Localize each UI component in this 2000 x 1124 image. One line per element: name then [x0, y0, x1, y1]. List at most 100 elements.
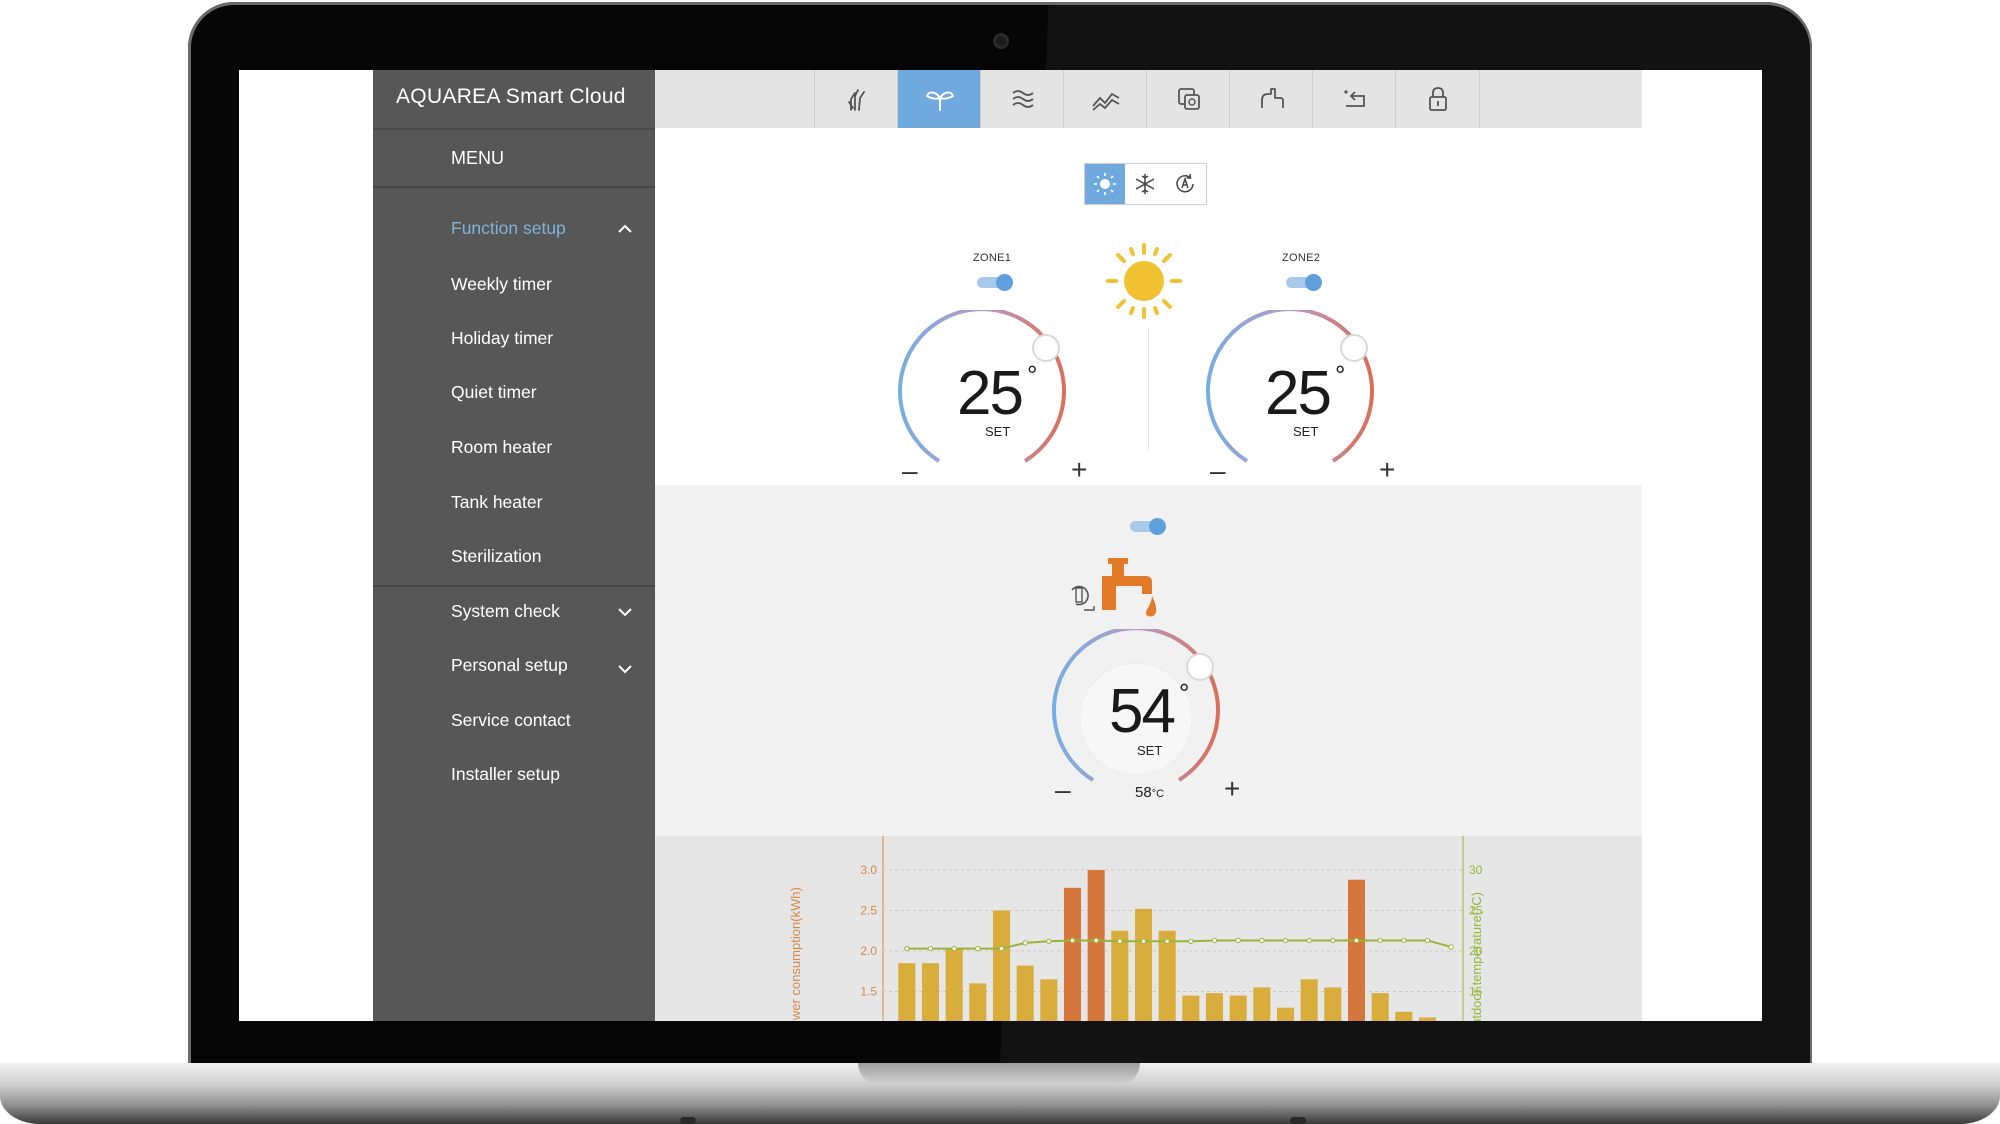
sidebar-item-function-setup[interactable]: Function setup [451, 218, 566, 239]
sidebar-item-holiday-timer[interactable]: Holiday timer [451, 328, 553, 349]
tab-trend[interactable] [1063, 70, 1147, 128]
temperature-point [1140, 938, 1147, 944]
sidebar-item-system-check[interactable]: System check [451, 601, 560, 622]
tab-sprout[interactable] [897, 70, 981, 128]
bar [992, 910, 1011, 1021]
sidebar-item-service-contact[interactable]: Service contact [451, 710, 571, 731]
temperature-point [975, 945, 981, 952]
bar [1158, 930, 1176, 1021]
y-tick-label: 3.0 [860, 863, 877, 877]
tab-lock[interactable] [1395, 70, 1480, 128]
temperature-point [1259, 937, 1265, 944]
zone2-minus-button[interactable]: – [1210, 457, 1226, 485]
zone2-set-temp: 25 [1265, 359, 1332, 428]
toggle-knob [1149, 518, 1166, 535]
bar [1111, 930, 1129, 1021]
menu-label[interactable]: MENU [451, 148, 504, 169]
chevron-down-icon[interactable] [616, 660, 634, 678]
bar [1134, 908, 1153, 1021]
device-icon [1177, 88, 1200, 110]
page-margin [1642, 70, 1762, 1021]
tank-panel: 54 ° SET – + 58°C [655, 485, 1642, 836]
bar [1324, 987, 1342, 1021]
top-nav [655, 70, 1642, 129]
tab-hand[interactable] [814, 70, 898, 128]
tab-hand-control[interactable] [1229, 70, 1313, 128]
y2-tick-label: 30 [1469, 863, 1483, 877]
zone1-set-label: SET [985, 424, 1011, 439]
bar [1276, 1007, 1295, 1021]
water-tap-icon [1071, 558, 1157, 617]
zone2-set-label: SET [1293, 424, 1319, 439]
bar [945, 949, 963, 1021]
tank-degree: ° [1179, 678, 1190, 708]
toggle-knob [1305, 274, 1322, 291]
sidebar-item-sterilization[interactable]: Sterilization [451, 546, 541, 567]
zone1-toggle[interactable] [977, 274, 1013, 291]
mode-auto-button[interactable] [1165, 164, 1205, 204]
temperature-point [998, 945, 1005, 952]
temperature-point [1424, 937, 1431, 944]
temperature-point [1022, 940, 1028, 946]
divider [1148, 328, 1149, 450]
sidebar-item-installer-setup[interactable]: Installer setup [451, 764, 560, 785]
y-tick-label: 2.5 [860, 904, 877, 918]
mode-heat-button[interactable] [1085, 164, 1125, 204]
chevron-down-icon[interactable] [616, 603, 634, 621]
zone2-plus-button[interactable]: + [1379, 456, 1395, 484]
energy-chart: Power consumption(kWh) Outdoor temperatu… [655, 836, 1642, 1021]
bar [1253, 987, 1271, 1021]
hand-control-icon [1260, 88, 1284, 108]
bar [1205, 993, 1224, 1021]
zone2-toggle[interactable] [1286, 274, 1322, 291]
zone2-degree: ° [1335, 360, 1346, 390]
temperature-point [1306, 937, 1312, 944]
divider [373, 186, 655, 188]
sidebar-item-tank-heater[interactable]: Tank heater [451, 492, 542, 513]
zone1-plus-button[interactable]: + [1071, 456, 1087, 484]
bar [1182, 995, 1200, 1021]
bar [921, 963, 940, 1021]
chevron-up-icon[interactable] [616, 220, 634, 238]
tank-plus-button[interactable]: + [1224, 775, 1240, 803]
tab-return[interactable] [1312, 70, 1396, 128]
tank-set-temp: 54 [1109, 677, 1176, 746]
sidebar-item-quiet-timer[interactable]: Quiet timer [451, 382, 537, 403]
sidebar-item-weekly-timer[interactable]: Weekly timer [451, 274, 552, 295]
toggle-knob [996, 274, 1013, 291]
bar [898, 963, 916, 1021]
temperature-point [1211, 937, 1218, 944]
temperature-point [1117, 938, 1123, 944]
bar [1418, 1017, 1437, 1021]
tab-waves[interactable] [980, 70, 1064, 128]
bar [1229, 995, 1247, 1021]
bar [1395, 1011, 1413, 1021]
laptop-foot [680, 1117, 696, 1124]
tab-device[interactable] [1146, 70, 1230, 128]
bar [1347, 879, 1366, 1021]
sidebar-item-room-heater[interactable]: Room heater [451, 437, 552, 458]
zone1-minus-button[interactable]: – [902, 457, 918, 485]
temperature-point [1069, 937, 1076, 944]
y2-tick-label: 15 [1469, 985, 1483, 999]
chart-ylabel: Power consumption(kWh) [788, 887, 803, 1021]
tank-toggle[interactable] [1130, 518, 1166, 535]
sidebar-item-personal-setup[interactable]: Personal setup [451, 655, 568, 676]
divider [373, 128, 655, 130]
laptop-notch [858, 1063, 1140, 1085]
return-icon [1343, 90, 1365, 107]
tank-actual-temp: 58°C [1135, 784, 1164, 801]
temperature-line [906, 939, 1452, 950]
sprout-icon [925, 91, 954, 111]
webcam [993, 33, 1009, 49]
temperature-point [927, 945, 934, 952]
bar [1371, 993, 1389, 1021]
temperature-point [1164, 938, 1170, 944]
mode-cool-button[interactable] [1125, 164, 1165, 204]
sun-icon [1106, 243, 1182, 319]
tank-minus-button[interactable]: – [1055, 776, 1071, 804]
temperature-point [1353, 937, 1360, 944]
tank-actual-temp-value: 58 [1135, 784, 1152, 801]
sun-icon [1094, 173, 1116, 195]
hand-icon [847, 89, 865, 111]
